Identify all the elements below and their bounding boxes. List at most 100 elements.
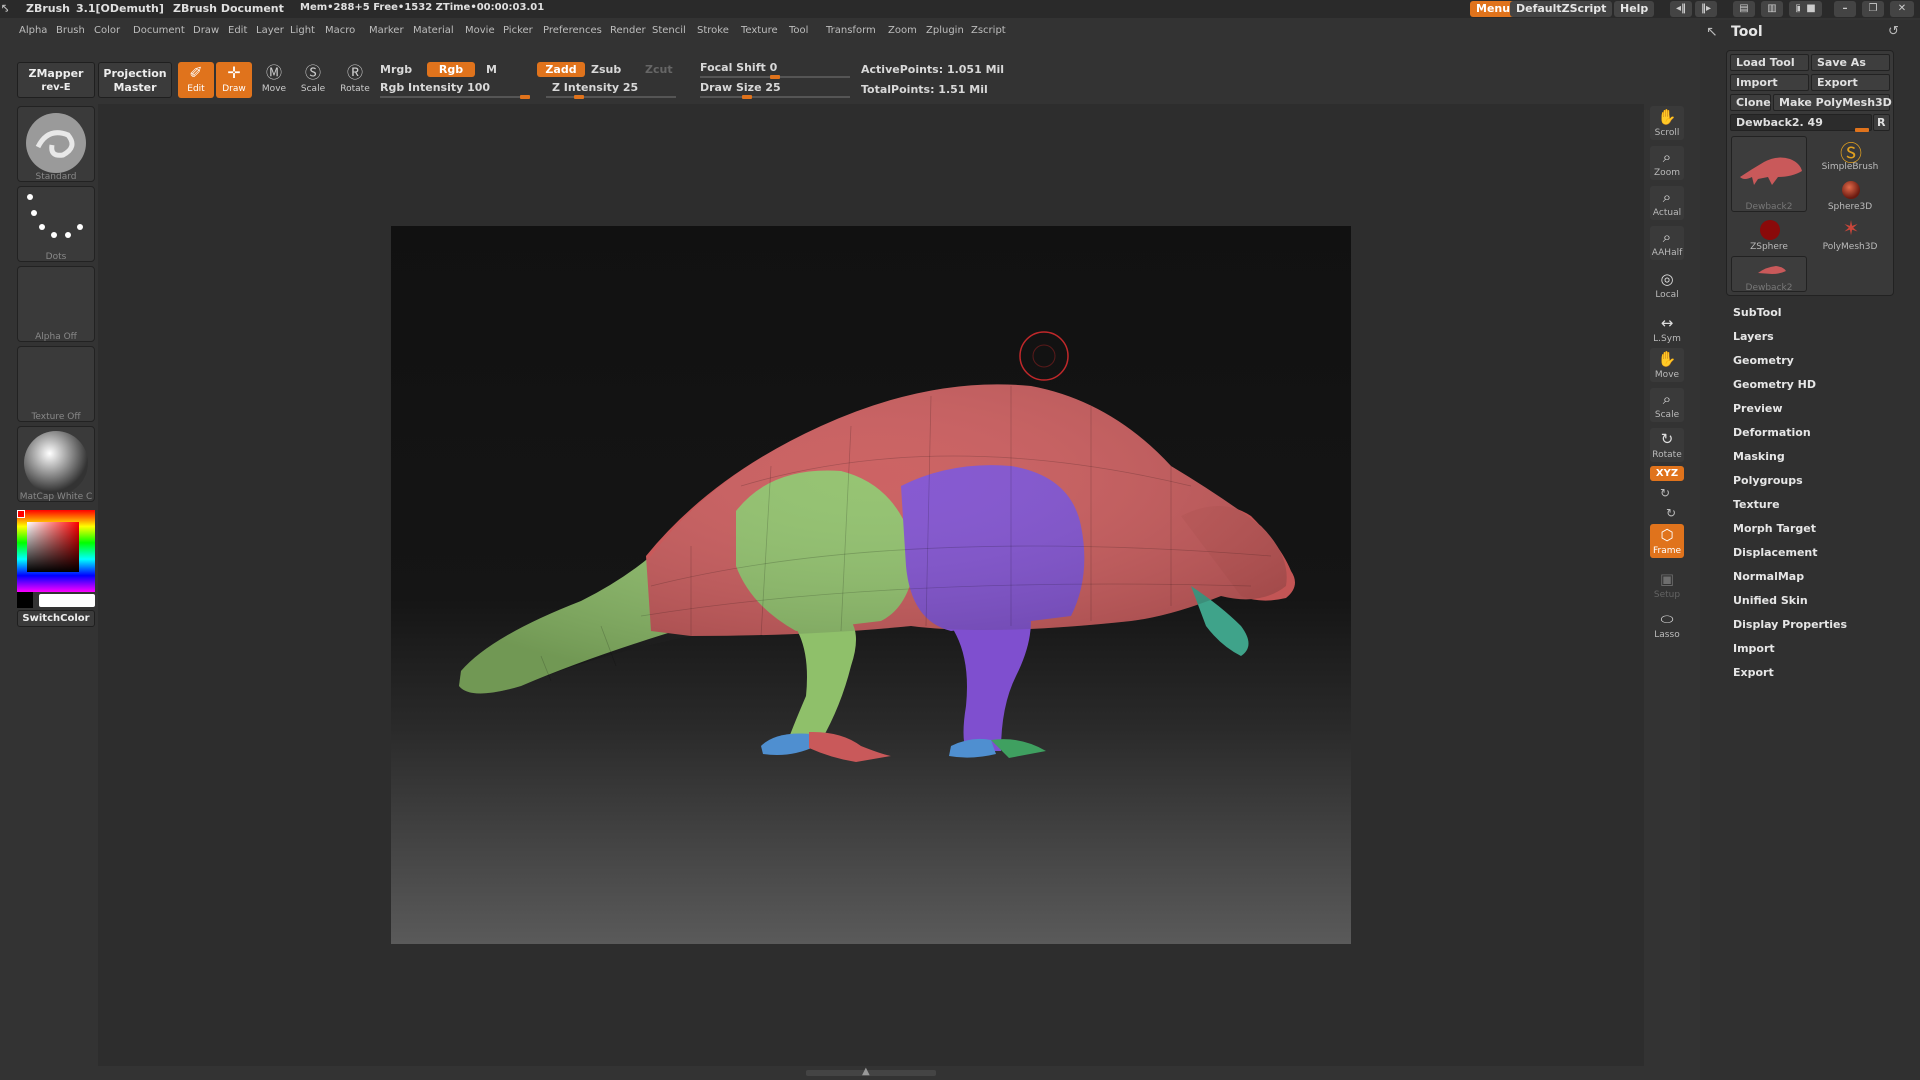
menu-tool[interactable]: Tool: [789, 25, 808, 36]
menu-zoom[interactable]: Zoom: [888, 25, 917, 36]
alpha-selector[interactable]: [17, 266, 95, 342]
brush-selector[interactable]: [17, 106, 95, 182]
rotate-button[interactable]: Ⓡ Rotate: [337, 62, 373, 98]
sphere3d-icon[interactable]: [1839, 178, 1863, 202]
rotate-y-icon[interactable]: ↻: [1660, 486, 1670, 500]
subpalette-unified-skin[interactable]: Unified Skin: [1733, 594, 1808, 607]
subpalette-layers[interactable]: Layers: [1733, 330, 1774, 343]
rotate-z-icon[interactable]: ↻: [1666, 506, 1676, 520]
focal-shift-knob[interactable]: [770, 75, 780, 79]
clone-button[interactable]: Clone: [1730, 94, 1771, 111]
default-zscript-button[interactable]: DefaultZScript: [1510, 1, 1613, 17]
subpalette-export[interactable]: Export: [1733, 666, 1774, 679]
projection-master-button[interactable]: Projection Master: [98, 62, 172, 98]
menu-macro[interactable]: Macro: [325, 25, 355, 36]
bottom-shelf-handle[interactable]: [806, 1070, 936, 1076]
menu-brush[interactable]: Brush: [56, 25, 85, 36]
main-color-swatch[interactable]: [17, 510, 25, 518]
subpalette-displacement[interactable]: Displacement: [1733, 546, 1818, 559]
menu-render[interactable]: Render: [610, 25, 646, 36]
shelf-lasso-button[interactable]: ⬭ Lasso: [1650, 608, 1684, 642]
stroke-selector[interactable]: [17, 186, 95, 262]
menu-draw[interactable]: Draw: [193, 25, 219, 36]
export-tool-button[interactable]: Export: [1811, 74, 1890, 91]
secondary-color-swatch[interactable]: [17, 592, 33, 608]
tool-palette-refresh-icon[interactable]: ↺: [1888, 24, 1899, 39]
menu-zscript[interactable]: Zscript: [971, 25, 1006, 36]
help-button[interactable]: Help: [1614, 1, 1655, 17]
zsphere-icon[interactable]: [1758, 218, 1782, 242]
current-tool-slider[interactable]: Dewback2. 49: [1730, 114, 1872, 131]
shelf-move-button[interactable]: ✋ Move: [1650, 348, 1684, 382]
make-polymesh3d-button[interactable]: Make PolyMesh3D: [1773, 94, 1892, 111]
current-tool-knob[interactable]: [1855, 128, 1869, 132]
menu-texture[interactable]: Texture: [741, 25, 778, 36]
import-tool-button[interactable]: Import: [1730, 74, 1809, 91]
r-button[interactable]: R: [1873, 114, 1890, 131]
menu-color[interactable]: Color: [94, 25, 120, 36]
subpalette-import[interactable]: Import: [1733, 642, 1775, 655]
zsub-toggle[interactable]: Zsub: [591, 63, 621, 76]
lock-icon[interactable]: ■: [1800, 1, 1822, 17]
shelf-actual-button[interactable]: ⌕ Actual: [1650, 186, 1684, 220]
restore-icon[interactable]: ❐: [1862, 1, 1884, 17]
tool-palette-pin-icon[interactable]: ↖: [1706, 24, 1718, 40]
shelf-setup-button[interactable]: ▣ Setup: [1650, 568, 1684, 602]
subpalette-texture[interactable]: Texture: [1733, 498, 1780, 511]
menu-stencil[interactable]: Stencil: [652, 25, 686, 36]
menu-material[interactable]: Material: [413, 25, 454, 36]
draw-size-knob[interactable]: [742, 95, 752, 99]
subpalette-deformation[interactable]: Deformation: [1733, 426, 1811, 439]
load-tool-button[interactable]: Load Tool: [1730, 54, 1809, 71]
zadd-toggle[interactable]: Zadd: [537, 62, 585, 77]
menu-transform[interactable]: Transform: [826, 25, 876, 36]
menu-alpha[interactable]: Alpha: [19, 25, 47, 36]
menu-preferences[interactable]: Preferences: [543, 25, 602, 36]
subpalette-subtool[interactable]: SubTool: [1733, 306, 1782, 319]
z-intensity-track[interactable]: [546, 96, 676, 98]
menu-layer[interactable]: Layer: [256, 25, 284, 36]
rgb-intensity-slider[interactable]: Rgb Intensity 100: [380, 81, 490, 94]
m-toggle[interactable]: M: [486, 63, 497, 76]
shelf-scroll-button[interactable]: ✋ Scroll: [1650, 106, 1684, 140]
focal-shift-slider[interactable]: Focal Shift 0: [700, 61, 777, 74]
shrink-palettes-icon[interactable]: ◂‖: [1670, 1, 1692, 17]
menu-edit[interactable]: Edit: [228, 25, 247, 36]
shelf-frame-button[interactable]: ⬡ Frame: [1650, 524, 1684, 558]
subpalette-geometry[interactable]: Geometry: [1733, 354, 1794, 367]
save-as-button[interactable]: Save As: [1811, 54, 1890, 71]
subpalette-polygroups[interactable]: Polygroups: [1733, 474, 1803, 487]
draw-size-track[interactable]: [700, 96, 850, 98]
material-selector[interactable]: [17, 426, 95, 502]
minimize-icon[interactable]: –: [1834, 1, 1856, 17]
menu-zplugin[interactable]: Zplugin: [926, 25, 964, 36]
menu-marker[interactable]: Marker: [369, 25, 404, 36]
close-icon[interactable]: ✕: [1890, 1, 1914, 17]
shelf-local-button[interactable]: ◎ Local: [1650, 268, 1684, 302]
zcut-toggle[interactable]: Zcut: [645, 63, 673, 76]
shelf-aahalf-button[interactable]: ⌕ AAHalf: [1650, 226, 1684, 260]
switch-color-button[interactable]: SwitchColor: [17, 610, 95, 627]
menu-picker[interactable]: Picker: [503, 25, 533, 36]
menu-document[interactable]: Document: [133, 25, 185, 36]
expand-bottom-icon[interactable]: ▲: [862, 1066, 870, 1077]
layout-icon[interactable]: ▤: [1733, 1, 1755, 17]
z-intensity-knob[interactable]: [574, 95, 584, 99]
dewback-model[interactable]: [391, 226, 1351, 944]
expand-palettes-icon[interactable]: ‖▸: [1695, 1, 1717, 17]
subpalette-morph-target[interactable]: Morph Target: [1733, 522, 1816, 535]
shelf-scale-button[interactable]: ⌕ Scale: [1650, 388, 1684, 422]
polymesh3d-icon[interactable]: ✶: [1826, 216, 1876, 242]
rgb-intensity-knob[interactable]: [520, 95, 530, 99]
edit-button[interactable]: ✐ Edit: [178, 62, 214, 98]
subpalette-display-properties[interactable]: Display Properties: [1733, 618, 1847, 631]
xyz-symmetry-toggle[interactable]: XYZ: [1650, 466, 1684, 481]
color-swatches[interactable]: [17, 592, 95, 608]
shelf-zoom-button[interactable]: ⌕ Zoom: [1650, 146, 1684, 180]
layout-alt-icon[interactable]: ▥: [1761, 1, 1783, 17]
document-canvas[interactable]: [391, 226, 1351, 944]
shelf-lsym-button[interactable]: ↔ L.Sym: [1650, 312, 1684, 346]
zmapper-button[interactable]: ZMapper rev-E: [17, 62, 95, 98]
draw-button[interactable]: ✛ Draw: [216, 62, 252, 98]
scale-button[interactable]: Ⓢ Scale: [295, 62, 331, 98]
